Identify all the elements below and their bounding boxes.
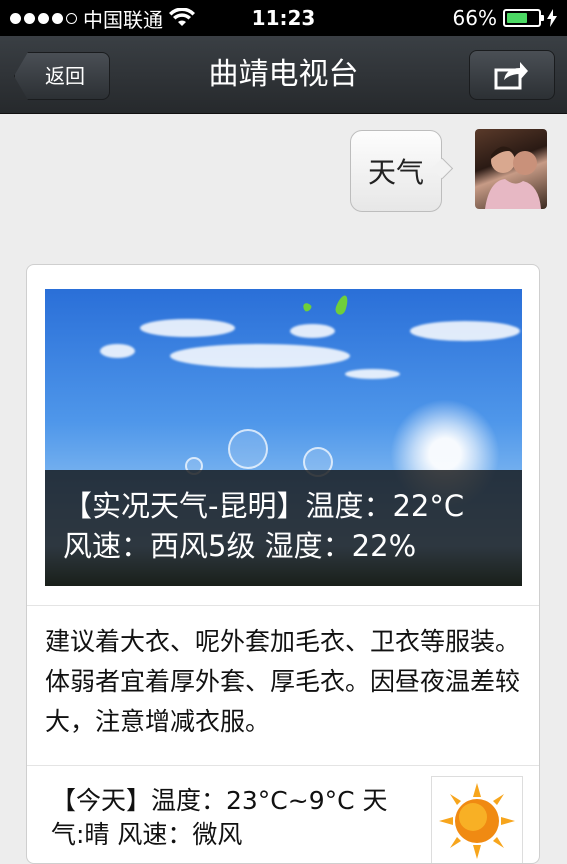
status-bar: 中国联通 11:23 66% [0,0,567,36]
sunny-icon [439,783,515,859]
battery-fill [507,13,527,23]
today-forecast-item[interactable]: 【今天】温度：23°C~9°C 天气:晴 风速：微风 [27,765,539,863]
today-forecast-text: 【今天】温度：23°C~9°C 天气:晴 风速：微风 [51,786,388,849]
avatar-photo-icon [485,146,541,209]
chat-message-bubble[interactable]: 天气 [350,130,442,212]
battery-percent: 66% [452,6,497,30]
hero-caption-line2: 风速：西风5级 湿度：22% [63,529,417,563]
hero-caption-line1: 【实况天气-昆明】温度：22°C [63,489,465,523]
weather-news-card[interactable]: 【实况天气-昆明】温度：22°C 风速：西风5级 湿度：22% 建议着大衣、呢外… [26,264,540,864]
share-icon [494,62,528,90]
status-right: 66% [453,0,557,36]
hero-caption: 【实况天气-昆明】温度：22°C 风速：西风5级 湿度：22% [45,470,522,586]
charging-icon [547,9,557,27]
share-button[interactable] [469,50,555,100]
leaf-icon [301,301,313,313]
back-button[interactable]: 返回 [14,52,110,100]
weather-hero-image[interactable]: 【实况天气-昆明】温度：22°C 风速：西风5级 湿度：22% [45,289,522,586]
nav-bar: 曲靖电视台 返回 [0,36,567,114]
leaf-icon [333,293,351,317]
today-weather-thumbnail [431,776,523,863]
user-avatar[interactable] [475,129,547,209]
battery-icon [503,9,544,27]
clothing-advice[interactable]: 建议着大衣、呢外套加毛衣、卫衣等服装。体弱者宜着厚外套、厚毛衣。因昼夜温差较大，… [27,605,539,765]
